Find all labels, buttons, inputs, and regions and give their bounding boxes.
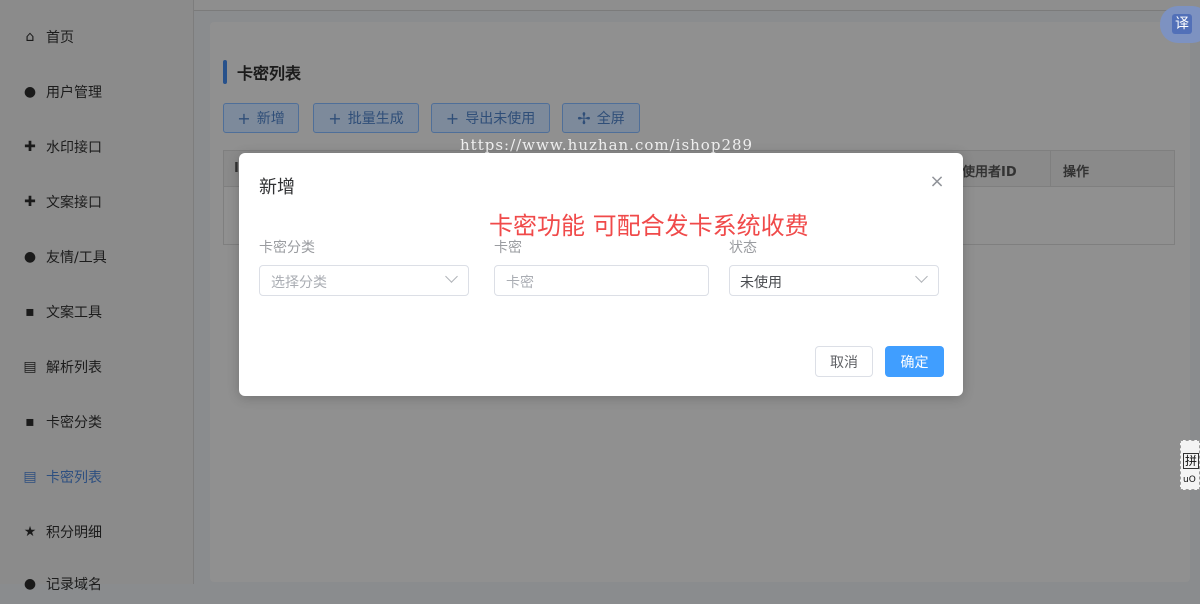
sidebar-item-label: 积分明细 xyxy=(46,525,102,541)
sidebar-item-label: 首页 xyxy=(46,30,74,46)
confirm-button[interactable]: 确定 xyxy=(885,346,944,377)
sidebar-item-copy-tools[interactable]: ▪ 文案工具 xyxy=(0,292,193,332)
column-divider xyxy=(1050,151,1051,187)
column-header-user-id: 使用者ID xyxy=(962,165,1017,180)
sidebar-item-label: 用户管理 xyxy=(46,85,102,101)
ime-indicator[interactable]: 拼 uO xyxy=(1180,440,1200,490)
clipboard-icon: ▤ xyxy=(23,469,37,485)
add-button-label: 新增 xyxy=(256,111,285,127)
sidebar-item-points[interactable]: ★ 积分明细 xyxy=(0,512,193,552)
promo-text: 卡密功能 可配合发卡系统收费 xyxy=(489,212,809,240)
ime-pinyin-icon: 拼 xyxy=(1183,453,1200,469)
sidebar-item-card-category[interactable]: ▪ 卡密分类 xyxy=(0,402,193,442)
crosshair-icon: ✚ xyxy=(24,194,36,210)
clipboard-icon: ▤ xyxy=(23,359,37,375)
sidebar-item-label: 文案接口 xyxy=(46,195,102,211)
plus-icon: + xyxy=(445,108,460,128)
sidebar-item-label: 水印接口 xyxy=(46,140,102,156)
fullscreen-button[interactable]: ✢ 全屏 xyxy=(562,103,640,133)
move-icon: ✢ xyxy=(577,108,591,128)
sidebar-item-home[interactable]: ⌂ 首页 xyxy=(0,17,193,57)
add-button[interactable]: + 新增 xyxy=(223,103,299,133)
sidebar-item-label: 记录域名 xyxy=(46,577,102,593)
status-value: 未使用 xyxy=(740,275,782,291)
column-header-actions: 操作 xyxy=(1063,165,1090,180)
category-select[interactable]: 选择分类 xyxy=(259,265,469,296)
fullscreen-label: 全屏 xyxy=(596,111,625,127)
translate-icon: 译 xyxy=(1172,14,1192,34)
ime-mode-label: uO xyxy=(1183,475,1196,485)
sidebar: ⌂ 首页 ● 用户管理 ✚ 水印接口 ✚ 文案接口 ● 友情/工具 ▪ 文案工具… xyxy=(0,0,194,593)
translate-button[interactable]: 译 xyxy=(1160,6,1200,43)
close-icon[interactable]: × xyxy=(929,173,945,191)
chevron-down-icon xyxy=(915,270,928,283)
crosshair-icon: ✚ xyxy=(24,139,36,155)
category-placeholder: 选择分类 xyxy=(271,275,327,291)
sidebar-item-label: 卡密分类 xyxy=(46,415,102,431)
add-dialog: 新增 × 卡密功能 可配合发卡系统收费 卡密分类 选择分类 卡密 卡密 状态 未… xyxy=(239,153,963,396)
code-placeholder: 卡密 xyxy=(506,275,534,291)
chat-icon: ▪ xyxy=(25,414,35,430)
status-select[interactable]: 未使用 xyxy=(729,265,939,296)
category-label: 卡密分类 xyxy=(259,240,315,256)
code-input[interactable]: 卡密 xyxy=(494,265,709,296)
watermark-text: https://www.huzhan.com/ishop289 xyxy=(460,136,754,154)
dialog-title: 新增 xyxy=(259,177,295,198)
plus-icon: + xyxy=(237,108,251,128)
sidebar-item-users[interactable]: ● 用户管理 xyxy=(0,72,193,112)
sidebar-item-label: 友情/工具 xyxy=(46,250,107,266)
batch-generate-label: 批量生成 xyxy=(347,111,404,127)
home-icon: ⌂ xyxy=(25,29,35,45)
top-bar xyxy=(194,0,1200,11)
plus-icon: + xyxy=(328,108,342,128)
sidebar-item-copy-api[interactable]: ✚ 文案接口 xyxy=(0,182,193,222)
sidebar-item-label: 文案工具 xyxy=(46,305,102,321)
code-label: 卡密 xyxy=(494,240,522,256)
sidebar-item-card-list[interactable]: ▤ 卡密列表 xyxy=(0,457,193,497)
batch-generate-button[interactable]: + 批量生成 xyxy=(313,103,419,133)
status-label: 状态 xyxy=(729,240,757,256)
user-icon: ● xyxy=(23,84,37,100)
link-icon: ● xyxy=(23,576,37,592)
sidebar-item-domains[interactable]: ● 记录域名 xyxy=(0,564,193,604)
export-unused-label: 导出未使用 xyxy=(465,111,536,127)
cancel-button[interactable]: 取消 xyxy=(815,346,873,377)
sidebar-item-links-tools[interactable]: ● 友情/工具 xyxy=(0,237,193,277)
sidebar-item-parse-list[interactable]: ▤ 解析列表 xyxy=(0,347,193,387)
sidebar-item-label: 卡密列表 xyxy=(46,470,102,486)
export-unused-button[interactable]: + 导出未使用 xyxy=(431,103,550,133)
sidebar-item-watermark-api[interactable]: ✚ 水印接口 xyxy=(0,127,193,167)
star-icon: ★ xyxy=(23,524,37,540)
sidebar-item-label: 解析列表 xyxy=(46,360,102,376)
title-accent-bar xyxy=(223,60,227,84)
page-title: 卡密列表 xyxy=(223,59,301,85)
page-title-text: 卡密列表 xyxy=(237,64,302,83)
chat-icon: ▪ xyxy=(25,304,35,320)
user-icon: ● xyxy=(23,249,37,265)
chevron-down-icon xyxy=(445,270,458,283)
